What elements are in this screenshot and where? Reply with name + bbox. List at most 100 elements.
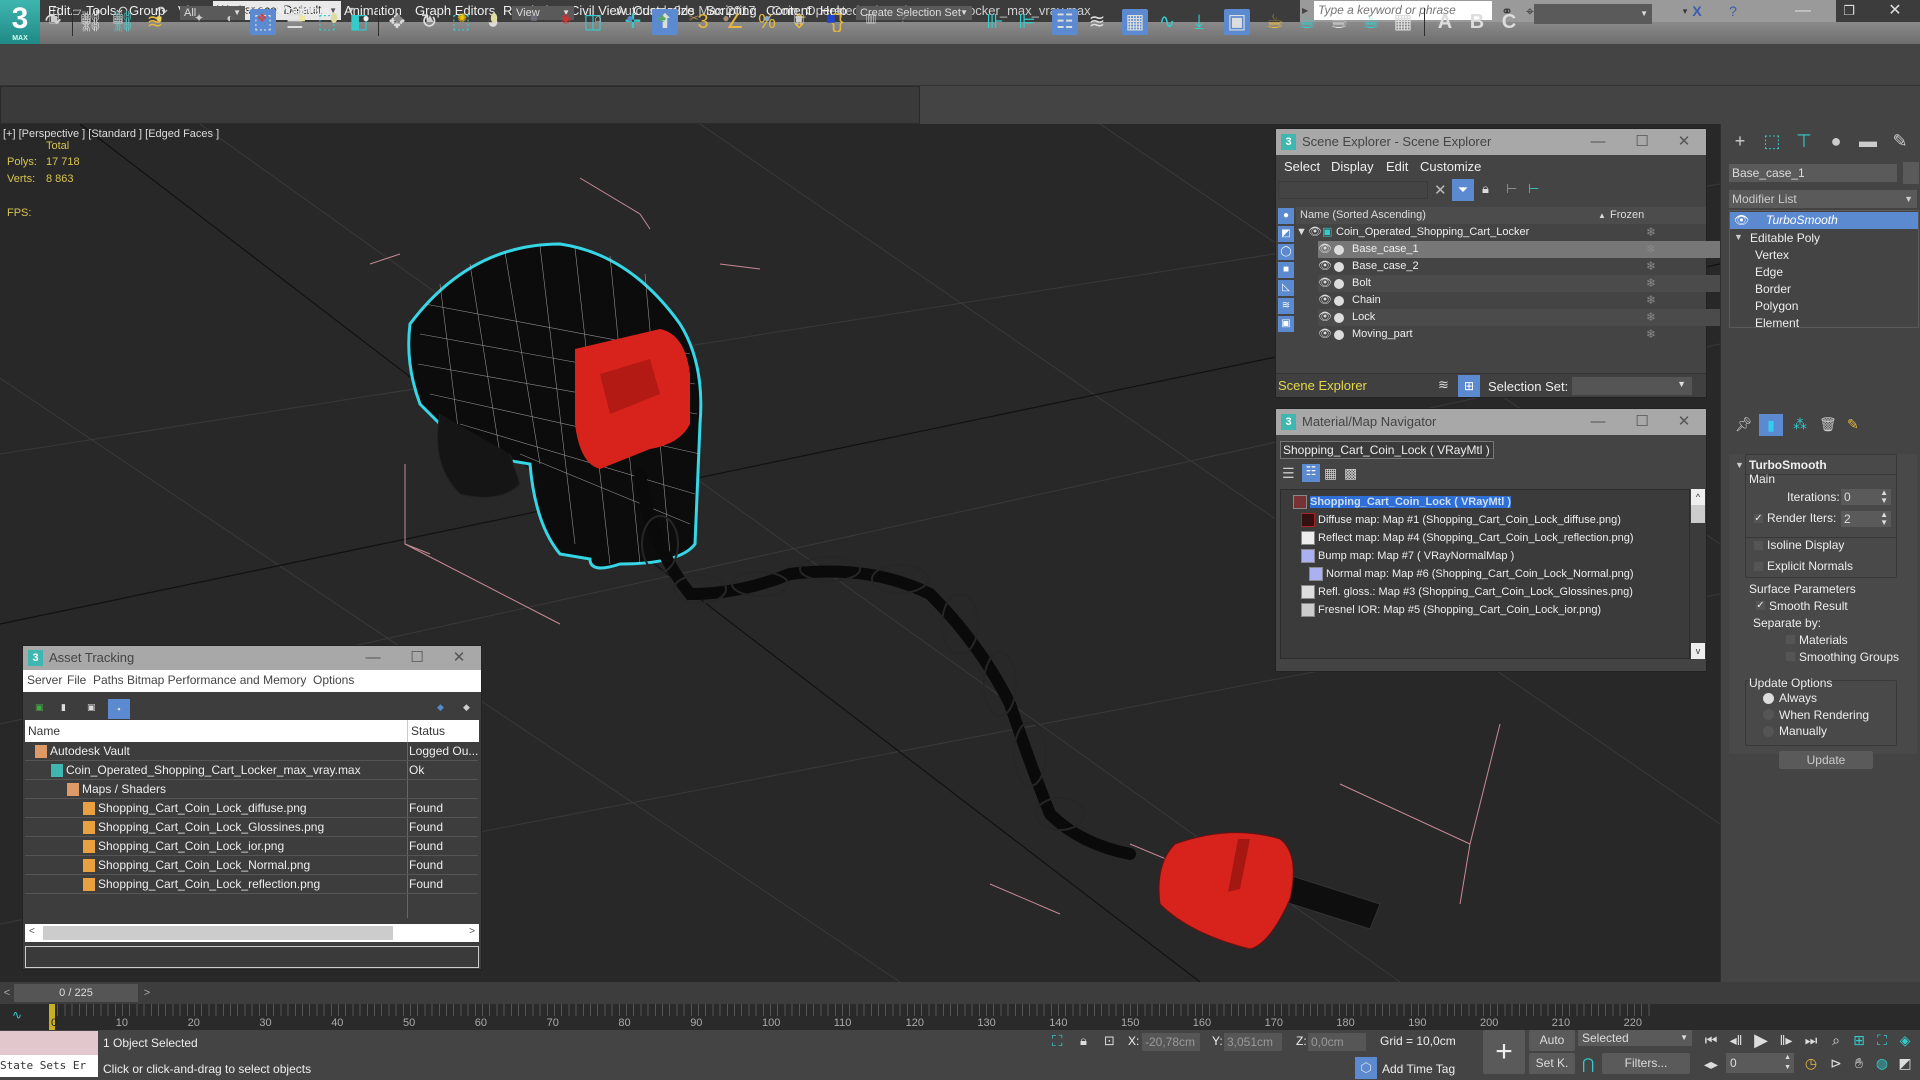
asset-row[interactable]: Coin_Operated_Shopping_Cart_Locker_max_v… [25,761,478,780]
vray-settings-icon[interactable]: ▥ [864,11,878,25]
map-row[interactable]: Fresnel IOR: Map #5 (Shopping_Cart_Coin_… [1301,601,1601,619]
at-vault-logout-icon[interactable]: ◆ [463,702,470,713]
asset-path-field[interactable] [25,946,479,968]
render-iterative-icon[interactable]: ☕ [1358,9,1384,35]
lights-filter-icon[interactable]: ◯ [1278,244,1294,260]
z-coordinate-field[interactable]: 0,0cm [1308,1033,1366,1051]
update-when-rendering-radio[interactable] [1763,709,1774,720]
next-frame-icon[interactable]: ‖▸ [1775,1032,1797,1049]
maximize-viewport-icon[interactable]: ◩ [1894,1055,1916,1072]
vray-a-icon[interactable]: A [1432,9,1458,35]
key-filters-button[interactable]: Filters... [1602,1053,1690,1074]
time-slider[interactable]: < 0 / 225 > [0,982,1920,1004]
render-in-cloud-icon[interactable]: ▦ [1390,9,1416,35]
scroll-up-icon[interactable]: ^ [1691,489,1705,505]
map-row[interactable]: Reflect map: Map #4 (Shopping_Cart_Coin_… [1301,529,1634,547]
scroll-thumb[interactable] [43,926,393,940]
y-coordinate-field[interactable]: 3,051cm [1224,1033,1282,1051]
asset-tracking-titlebar[interactable]: 3 Asset Tracking — ☐ ✕ [23,646,481,670]
vray-frame-buffer-icon[interactable]: ▣ [47,11,61,25]
show-end-result-icon[interactable]: ▮ [1759,414,1783,436]
se-menu-select[interactable]: Select [1284,159,1320,174]
material-navigator-titlebar[interactable]: 3 Material/Map Navigator — ☐ ✕ [1276,409,1706,435]
key-mode-toggle-icon[interactable]: ◂▸ [1700,1056,1722,1073]
filter-icon[interactable]: ⏷ [1452,179,1474,201]
go-to-end-icon[interactable]: ⏭ [1800,1032,1822,1049]
layer-explorer-icon[interactable]: ≋ [1084,9,1110,35]
scroll-left-icon[interactable]: < [29,926,35,937]
stack-item-editable-poly[interactable]: Editable Poly [1750,231,1820,245]
frozen-icon[interactable]: ❄ [1646,224,1656,241]
update-manually-radio[interactable] [1763,726,1774,737]
help-icon[interactable]: ? [1724,2,1742,20]
close-icon[interactable]: ✕ [439,646,479,670]
track-bar[interactable]: ∿ 0 10 20 30 40 50 60 70 80 90 100 110 120 130 140 150 1… [0,1004,1920,1030]
time-configuration-icon[interactable]: ◷ [1800,1055,1822,1072]
subobject-vertex[interactable]: Vertex [1755,248,1789,262]
se-search-input[interactable] [1278,181,1428,199]
close-icon[interactable]: ✕ [1664,409,1704,435]
vray-b-icon[interactable]: B [1464,9,1490,35]
hierarchy-expand-icon[interactable]: ⊢ [1528,181,1539,197]
scene-explorer-titlebar[interactable]: 3 Scene Explorer - Scene Explorer — ☐ ✕ [1276,129,1706,155]
frozen-icon[interactable]: ❄ [1646,275,1656,292]
at-menu-server[interactable]: Server [27,673,62,687]
subobject-edge[interactable]: Edge [1755,265,1783,279]
at-menu-bitmap-performance[interactable]: Bitmap Performance and Memory [127,673,306,687]
pan-view-icon[interactable]: ✋︎ [1848,1055,1870,1072]
at-refresh-icon[interactable]: ▣ [35,702,44,713]
object-name-field[interactable]: Base_case_1 [1729,164,1897,182]
vray-help-icon[interactable]: ? [896,11,910,25]
vray-clipper-icon[interactable]: ✂ [687,11,701,25]
visibility-eye-icon[interactable]: 👁︎ [1318,258,1332,275]
visibility-eye-icon[interactable]: 👁︎ [1318,292,1332,309]
subobject-polygon[interactable]: Polygon [1755,299,1798,313]
map-row[interactable]: Refl. gloss.: Map #3 (Shopping_Cart_Coin… [1301,583,1633,601]
time-tag-icon[interactable]: ⬡ [1355,1057,1377,1079]
modifier-toggle-eye-icon[interactable]: 👁︎ [1734,213,1749,227]
vray-scene-icon[interactable]: ❖ [255,11,269,25]
add-time-tag[interactable]: Add Time Tag [1382,1062,1455,1076]
collapse-triangle-icon[interactable]: ▼ [1735,460,1744,470]
tree-row[interactable]: 👁︎ Chain ❄ [1318,292,1731,309]
at-grid-icon[interactable]: ▣ [87,702,96,713]
remove-modifier-icon[interactable]: 🗑︎ [1819,416,1837,433]
selection-lock-icon[interactable]: 🔒︎ [1080,1033,1087,1049]
auto-key-button[interactable]: Auto [1529,1030,1575,1051]
utilities-tab-icon[interactable]: ✎ [1887,128,1913,154]
helpers-filter-icon[interactable]: ◺ [1278,280,1294,296]
map-row[interactable]: Bump map: Map #7 ( VRayNormalMap ) [1301,547,1514,565]
asset-row[interactable]: Maps / Shaders [25,780,478,799]
col-name-header[interactable]: Name (Sorted Ascending) [1300,207,1426,224]
frozen-icon[interactable]: ❄ [1646,292,1656,309]
asset-row[interactable]: Shopping_Cart_Coin_Lock_ior.png Found [25,837,478,856]
vray-sphere-light-icon[interactable]: ● [359,11,373,25]
material-name-field[interactable]: Shopping_Cart_Coin_Lock ( VRayMtl ) [1280,441,1494,459]
vray-material-icon[interactable]: ● [760,11,774,25]
view-large-icons-icon[interactable]: ▩ [1344,465,1357,482]
go-to-start-icon[interactable]: ⏮ [1700,1032,1722,1049]
horizontal-scrollbar[interactable]: < > [25,924,479,942]
frozen-icon[interactable]: ❄ [1646,241,1656,258]
se-menu-edit[interactable]: Edit [1386,159,1408,174]
view-list-icons-icon[interactable]: ☷ [1302,464,1320,482]
col-frozen-header[interactable]: Frozen [1610,207,1644,224]
scroll-thumb[interactable] [1691,505,1705,523]
maximize-icon[interactable]: ☐ [1622,409,1662,435]
material-editor-icon[interactable]: ▣ [1224,9,1250,35]
vray-sun-icon[interactable]: ✺ [455,11,469,25]
at-menu-paths[interactable]: Paths [93,673,124,687]
asset-row[interactable]: Shopping_Cart_Coin_Lock_Glossines.png Fou… [25,818,478,837]
frozen-icon[interactable]: ❄ [1646,326,1656,343]
key-filter-dropdown[interactable]: Selected ▼ [1578,1030,1692,1046]
at-col-status[interactable]: Status [411,724,445,738]
default-tangent-icon[interactable]: ⋂ [1582,1055,1594,1073]
maxscript-listener[interactable] [0,1031,98,1055]
spacewarps-filter-icon[interactable]: ≋ [1278,298,1294,314]
isolate-selection-icon[interactable]: ⛶ [1052,1033,1063,1050]
view-small-icons-icon[interactable]: ▦ [1324,465,1337,482]
field-of-view-icon[interactable]: ⊳ [1825,1055,1847,1072]
render-production-icon[interactable]: ☕ [1326,9,1352,35]
zoom-all-icon[interactable]: ⊞ [1848,1032,1870,1049]
vray-last-vfb-icon[interactable]: ▤ [79,11,93,25]
